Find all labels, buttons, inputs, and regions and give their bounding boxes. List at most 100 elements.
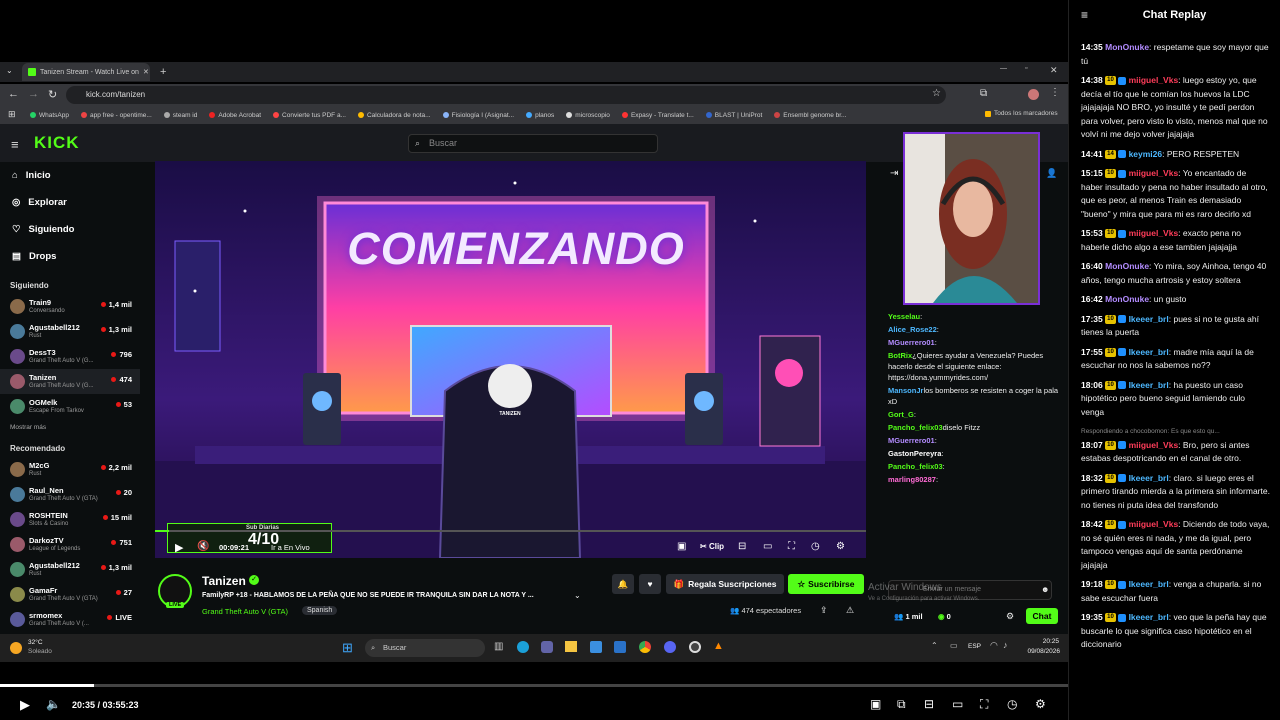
play-icon[interactable]: ▶ (20, 697, 30, 713)
discord-icon[interactable] (664, 641, 676, 653)
taskbar-search[interactable]: ⌕ Buscar (365, 639, 485, 657)
chat-username[interactable]: BotRix (888, 351, 912, 360)
vlc-icon[interactable]: ▲ (713, 640, 724, 652)
browser-menu-icon[interactable]: ⋮ (1050, 87, 1060, 98)
replay-username[interactable]: miiguel_Vks (1129, 75, 1179, 85)
replay-username[interactable]: MonOnuke (1105, 294, 1149, 304)
bookmark-item[interactable]: planos (526, 112, 554, 119)
stream-tag[interactable]: Spanish (302, 606, 338, 615)
minimize-icon[interactable]: — (1000, 65, 1007, 72)
chat-username[interactable]: MGuerrero01 (888, 338, 935, 347)
volume-icon[interactable]: ♪ (1003, 640, 1008, 650)
collapse-chat-icon[interactable]: ⇥ (890, 168, 898, 179)
bookmark-item[interactable]: Calculadora de nota... (357, 112, 431, 119)
bookmark-item[interactable]: WhatsApp (30, 112, 69, 119)
chat-send-button[interactable]: Chat (1026, 608, 1058, 624)
teams-icon[interactable] (541, 641, 553, 653)
replay-username[interactable]: Ikeeer_brl (1129, 473, 1169, 483)
video-seek-bar[interactable] (155, 530, 866, 532)
mute-icon[interactable]: 🔇 (197, 541, 209, 552)
notification-bell-button[interactable]: 🔔 (612, 574, 634, 594)
tab-list-icon[interactable]: ⌄ (6, 66, 13, 75)
sidebar-item-inicio[interactable]: ⌂ Inicio (0, 162, 140, 189)
search-input[interactable]: ⌕ Buscar (408, 134, 658, 153)
maximize-icon[interactable]: ▫ (1025, 65, 1027, 72)
chat-username[interactable]: marling80287 (888, 475, 936, 484)
chat-username[interactable]: Pancho_felix03 (888, 423, 943, 432)
all-bookmarks[interactable]: Todos los marcadores (985, 110, 1058, 117)
pip-icon[interactable]: ⧉ (897, 697, 906, 712)
bookmark-item[interactable]: Expasy - Translate t... (621, 112, 694, 119)
follow-heart-button[interactable]: ♥ (639, 574, 661, 594)
channel-name[interactable]: Tanizen (202, 574, 246, 588)
sidebar-channel[interactable]: M2cG Rust 2,2 mil (0, 457, 140, 482)
play-icon[interactable]: ▶ (175, 541, 183, 554)
replay-username[interactable]: miiguel_Vks (1129, 168, 1179, 178)
miniplayer-icon[interactable]: ▣ (870, 697, 881, 711)
url-input[interactable]: kick.com/tanizen (66, 86, 946, 104)
wifi-icon[interactable]: ◠ (990, 640, 998, 651)
fullscreen-icon[interactable]: ⛶ (788, 541, 795, 552)
close-window-icon[interactable]: ✕ (1050, 65, 1058, 76)
chat-username[interactable]: Yesselau (888, 312, 920, 321)
replay-username[interactable]: miiguel_Vks (1129, 519, 1179, 529)
bookmark-item[interactable]: BLAST | UniProt (705, 112, 762, 119)
sidebar-item-drops[interactable]: ▤ Drops (0, 243, 140, 270)
chat-username[interactable]: Gort_G (888, 410, 914, 419)
bookmark-item[interactable]: Fisiología I (Asignat... (442, 112, 514, 119)
expand-title-icon[interactable]: ⌄ (574, 591, 581, 600)
chat-username[interactable]: MGuerrero01 (888, 436, 935, 445)
clock-time[interactable]: 20:25 (1025, 638, 1059, 645)
collapse-replay-icon[interactable]: ≡ (1081, 8, 1088, 22)
share-icon[interactable]: ⇪ (820, 605, 828, 616)
replay-username[interactable]: Ikeeer_brl (1129, 347, 1169, 357)
stream-category[interactable]: Grand Theft Auto V (GTA) (202, 607, 288, 616)
bookmark-item[interactable]: Ensembl genome br... (774, 112, 846, 119)
sidebar-item-explorar[interactable]: ◎ Explorar (0, 189, 140, 216)
replay-username[interactable]: Ikeeer_brl (1129, 579, 1169, 589)
chat-username[interactable]: Alice_Rose22 (888, 325, 937, 334)
replay-username[interactable]: miiguel_Vks (1129, 228, 1179, 238)
clip-button[interactable]: ✂ Clip (700, 542, 724, 551)
tray-chevron-icon[interactable]: ⌃ (931, 641, 938, 650)
replay-username[interactable]: MonOnuke (1105, 261, 1149, 271)
bookmark-star-icon[interactable]: ☆ (932, 88, 941, 99)
file-explorer-icon[interactable] (565, 641, 577, 652)
sidebar-channel[interactable]: DarkozTV League of Legends 751 (0, 532, 140, 557)
forward-icon[interactable]: → (28, 88, 39, 100)
theater-icon[interactable]: ▣ (677, 541, 686, 552)
bookmark-item[interactable]: microscopio (566, 112, 610, 119)
sidebar-channel[interactable]: OGMelk Escape From Tarkov 53 (0, 394, 140, 419)
replay-username[interactable]: Ikeeer_brl (1129, 380, 1169, 390)
sidebar-item-siguiendo[interactable]: ♡ Siguiendo (0, 216, 140, 243)
speed-icon[interactable]: ◷ (1007, 697, 1017, 711)
language-indicator[interactable]: ESP (968, 643, 981, 650)
back-icon[interactable]: ← (8, 88, 19, 100)
kick-logo[interactable]: KICK (34, 133, 80, 153)
chat-settings-icon[interactable]: ⚙ (1006, 611, 1014, 622)
hamburger-menu-icon[interactable]: ≡ (11, 137, 19, 152)
new-tab-button[interactable]: + (160, 66, 166, 78)
reload-icon[interactable]: ↻ (48, 88, 57, 101)
replay-username[interactable]: keymi26 (1129, 149, 1163, 159)
apps-grid-icon[interactable]: ⊞ (8, 109, 16, 120)
fullscreen-icon[interactable]: ⛶ (980, 697, 988, 712)
chrome-icon[interactable] (639, 641, 651, 653)
chat-users-icon[interactable]: 👤 (1046, 168, 1057, 179)
extensions-icon[interactable]: ⧉ (980, 88, 987, 99)
bookmark-item[interactable]: Adobe Acrobat (209, 112, 261, 119)
replay-username[interactable]: MonOnuke (1105, 42, 1149, 52)
replay-seek-bar[interactable] (0, 684, 1068, 687)
sidebar-channel[interactable]: Agustabell212 Rust 1,3 mil (0, 557, 140, 582)
replay-username[interactable]: Ikeeer_brl (1129, 612, 1169, 622)
theater-icon[interactable]: ▭ (952, 697, 963, 711)
sidebar-channel[interactable]: DessT3 Grand Theft Auto V (G... 796 (0, 344, 140, 369)
sidebar-channel[interactable]: srmomex Grand Theft Auto V (... LIVE (0, 607, 140, 632)
gift-subs-button[interactable]: 🎁 Regala Suscripciones (666, 574, 784, 594)
settings-icon[interactable]: ⚙ (836, 541, 845, 552)
profile-avatar[interactable] (1028, 89, 1039, 100)
mail-icon[interactable] (614, 641, 626, 653)
sidebar-channel[interactable]: ROSHTEIN Slots & Casino 15 mil (0, 507, 140, 532)
subscribe-button[interactable]: ☆ Suscribirse (788, 574, 864, 594)
replay-username[interactable]: miiguel_Vks (1129, 440, 1179, 450)
